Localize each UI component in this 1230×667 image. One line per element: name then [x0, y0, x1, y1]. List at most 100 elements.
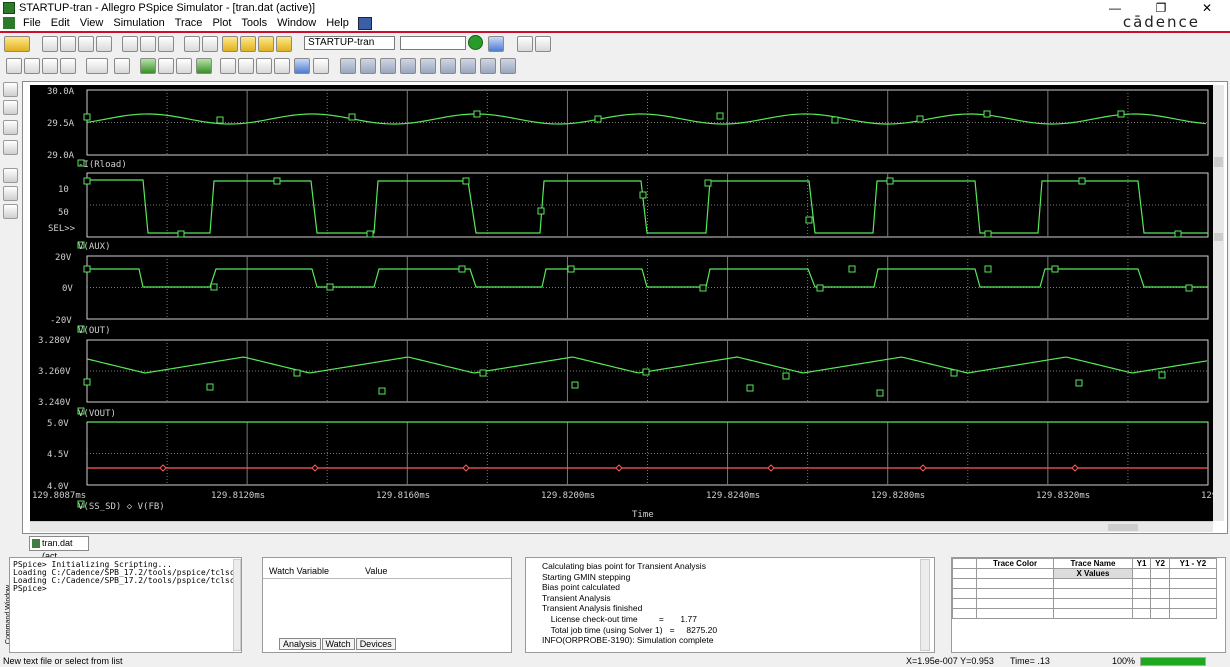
menu-file[interactable]: File	[18, 17, 46, 29]
x-tick-label: 129.8320ms	[1036, 491, 1090, 501]
cursor-coordinates: X=1.95e-007 Y=0.953	[906, 656, 994, 666]
zoom-in-icon[interactable]	[24, 58, 40, 74]
plot-tab-icon	[32, 539, 40, 548]
document-icon[interactable]	[3, 17, 15, 29]
plot-horizontal-scrollbar[interactable]	[30, 521, 1213, 532]
output-line: Transient Analysis finished	[542, 603, 643, 614]
trace-i-rload-marker	[83, 113, 91, 121]
trace-v-out-marker	[326, 283, 334, 291]
watch-value-header: Value	[365, 566, 388, 576]
fft-icon[interactable]	[158, 58, 174, 74]
bookmark-icon[interactable]	[222, 36, 238, 52]
run-icon[interactable]	[468, 35, 483, 50]
plot-vertical-scrollbar[interactable]	[1213, 85, 1224, 521]
zoom-area-icon[interactable]	[60, 58, 76, 74]
cmd-scrollbar[interactable]	[233, 559, 241, 651]
simulation-profile-select[interactable]: STARTUP-tran	[304, 36, 395, 50]
trace-v-vout-marker	[293, 369, 301, 377]
plot-tab[interactable]: tran.dat (act...	[29, 536, 89, 561]
pause-icon[interactable]	[517, 36, 533, 52]
open-folder-icon[interactable]	[60, 36, 76, 52]
mark-peak-icon[interactable]	[440, 58, 456, 74]
trace-v-out-marker	[458, 265, 466, 273]
cut-icon[interactable]	[122, 36, 138, 52]
title-bar: STARTUP-tran - Allegro PSpice Simulator …	[0, 0, 1230, 15]
output-scrollbar[interactable]	[920, 559, 930, 651]
toggle-cursor-icon[interactable]	[220, 58, 236, 74]
waveform-icon[interactable]	[3, 140, 18, 155]
zoom-out-icon[interactable]	[42, 58, 58, 74]
label-text-icon[interactable]	[256, 58, 272, 74]
trace-v-out-marker	[1185, 284, 1193, 292]
add-plot-icon[interactable]	[114, 58, 130, 74]
zoom-fit-icon[interactable]	[6, 58, 22, 74]
edit-plot-icon[interactable]	[3, 186, 18, 201]
plot4-tick-bottom: 3.240V	[38, 398, 71, 408]
bookmark-next-icon[interactable]	[258, 36, 274, 52]
excel-export-icon[interactable]	[196, 58, 212, 74]
menu-window[interactable]: Window	[272, 17, 321, 29]
waveform-canvas[interactable]: 30.0A 29.5A 29.0A -I(Rload) 10 50 SEL>> …	[30, 85, 1213, 521]
document-list-icon[interactable]	[3, 120, 18, 135]
plot-window-icon[interactable]	[3, 168, 18, 183]
menu-edit[interactable]: Edit	[46, 17, 75, 29]
axis-settings-icon[interactable]	[86, 58, 108, 74]
x-tick-label: 129.8360ms	[1201, 491, 1213, 501]
command-window[interactable]: PSpice> Initializing Scripting... Loading…	[9, 557, 242, 653]
menu-simulation[interactable]: Simulation	[108, 17, 169, 29]
mark-slope-icon[interactable]	[460, 58, 476, 74]
output-line: License check-out time = 1.77	[546, 613, 697, 624]
app-icon	[3, 1, 15, 14]
watch-pane[interactable]: Watch Variable Value Analysis Watch Devi…	[262, 557, 512, 653]
tab-analysis[interactable]: Analysis	[279, 638, 321, 650]
waveform-plot[interactable]: 30.0A 29.5A 29.0A -I(Rload) 10 50 SEL>> …	[30, 85, 1213, 521]
mark-point-icon[interactable]	[340, 58, 356, 74]
zoom-level: 100%	[1112, 656, 1136, 666]
menu-trace[interactable]: Trace	[170, 17, 208, 29]
performance-analysis-icon[interactable]	[176, 58, 192, 74]
undo-icon[interactable]	[184, 36, 200, 52]
add-trace-icon[interactable]	[140, 58, 156, 74]
marker-icon[interactable]	[3, 100, 18, 115]
cursor-slope-icon[interactable]	[274, 58, 290, 74]
trace-v-vout-marker	[746, 384, 754, 392]
redo-icon[interactable]	[202, 36, 218, 52]
col-y1-y2: Y1 - Y2	[1168, 558, 1218, 569]
cursor-table-pane[interactable]: Trace Color Trace Name Y1 Y2 Y1 - Y2 X Value…	[951, 557, 1226, 653]
plot1-tick-mid: 29.5A	[47, 119, 75, 129]
scroll-thumb[interactable]	[1108, 524, 1138, 531]
help-icon[interactable]	[357, 16, 372, 30]
mark-prev-icon[interactable]	[500, 58, 516, 74]
properties-icon[interactable]	[3, 204, 18, 219]
probe-icon[interactable]	[3, 82, 18, 97]
mark-max-icon[interactable]	[400, 58, 416, 74]
cursor-wave-icon[interactable]	[313, 58, 329, 74]
save-icon[interactable]	[78, 36, 94, 52]
menu-view[interactable]: View	[75, 17, 109, 29]
paste-icon[interactable]	[158, 36, 174, 52]
mark-min-icon[interactable]	[380, 58, 396, 74]
cursor-peak-icon[interactable]	[238, 58, 254, 74]
print-icon[interactable]	[96, 36, 112, 52]
menu-tools[interactable]: Tools	[236, 17, 272, 29]
bookmark-clear-icon[interactable]	[276, 36, 292, 52]
window-title: STARTUP-tran - Allegro PSpice Simulator …	[19, 1, 316, 14]
cursor-select-icon[interactable]	[294, 58, 310, 74]
menu-plot[interactable]: Plot	[207, 17, 236, 29]
mark-next-icon[interactable]	[480, 58, 496, 74]
tab-watch[interactable]: Watch	[321, 638, 355, 650]
x-tick-label: 129.8120ms	[211, 491, 265, 501]
new-icon[interactable]	[4, 36, 30, 52]
search-input[interactable]	[400, 36, 466, 50]
bookmark-add-icon[interactable]	[240, 36, 256, 52]
tab-devices[interactable]: Devices	[355, 638, 396, 650]
mark-data-icon[interactable]	[360, 58, 376, 74]
trace-i-rload-marker	[916, 115, 924, 123]
copy-icon[interactable]	[140, 36, 156, 52]
open-icon[interactable]	[42, 36, 58, 52]
output-pane[interactable]: Calculating bias point for Transient Ana…	[525, 557, 935, 653]
stop-icon[interactable]	[535, 36, 551, 52]
simulation-settings-icon[interactable]	[488, 36, 504, 52]
mark-trough-icon[interactable]	[420, 58, 436, 74]
menu-help[interactable]: Help	[321, 17, 354, 29]
